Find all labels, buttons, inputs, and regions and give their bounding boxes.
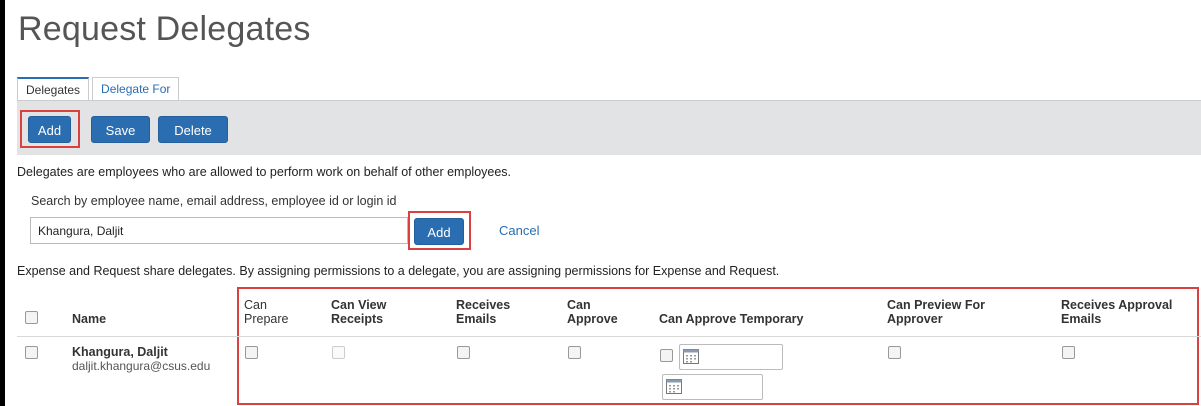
delegates-description: Delegates are employees who are allowed … — [17, 165, 512, 179]
cancel-link[interactable]: Cancel — [499, 223, 539, 238]
tab-bar: Delegates Delegate For — [17, 77, 182, 101]
col-header-receives-approval-emails: Receives Approval Emails — [1061, 298, 1172, 326]
col-header-can-prepare-line1: Can — [244, 298, 267, 312]
col-header-can-preview-line2: Approver — [887, 312, 943, 326]
col-header-receives-emails-line1: Receives — [456, 298, 511, 312]
tab-delegate-for[interactable]: Delegate For — [92, 77, 180, 100]
col-header-name: Name — [72, 312, 107, 326]
delegate-email: daljit.khangura@csus.edu — [72, 359, 211, 373]
can-prepare-checkbox[interactable] — [245, 346, 258, 359]
add-button[interactable]: Add — [28, 116, 71, 143]
col-header-can-view-receipts: Can View Receipts — [331, 298, 386, 326]
save-button[interactable]: Save — [91, 116, 150, 143]
can-view-receipts-checkbox[interactable] — [332, 346, 345, 359]
receives-approval-emails-checkbox[interactable] — [1062, 346, 1075, 359]
temporary-start-date-input[interactable] — [679, 344, 783, 370]
calendar-icon[interactable] — [666, 379, 682, 394]
search-add-button[interactable]: Add — [414, 218, 464, 245]
col-header-receives-emails: Receives Emails — [456, 298, 510, 326]
row-select-checkbox[interactable] — [25, 346, 38, 359]
col-header-receives-emails-line2: Emails — [456, 312, 497, 326]
col-header-can-view-receipts-line1: Can View — [331, 298, 387, 312]
col-header-can-approve-line1: Can — [567, 298, 591, 312]
calendar-icon[interactable] — [683, 349, 699, 364]
search-input[interactable] — [30, 217, 408, 244]
table-header-divider — [17, 336, 1201, 337]
can-approve-temporary-checkbox[interactable] — [660, 349, 673, 362]
page-title: Request Delegates — [18, 10, 311, 48]
col-header-can-prepare: Can Prepare — [244, 298, 288, 326]
col-header-can-view-receipts-line2: Receipts — [331, 312, 384, 326]
col-header-can-preview-for-approver: Can Preview For Approver — [887, 298, 985, 326]
col-header-can-approve-temporary: Can Approve Temporary — [659, 312, 804, 326]
col-header-receives-approval-line1: Receives Approval — [1061, 298, 1173, 312]
search-label: Search by employee name, email address, … — [31, 194, 397, 208]
shared-delegates-note: Expense and Request share delegates. By … — [17, 264, 780, 278]
tab-delegates[interactable]: Delegates — [17, 77, 90, 101]
col-header-can-approve: Can Approve — [567, 298, 618, 326]
temporary-end-date-input[interactable] — [662, 374, 763, 400]
toolbar: Add Save Delete — [17, 101, 1201, 155]
delete-button[interactable]: Delete — [158, 116, 228, 143]
can-approve-checkbox[interactable] — [568, 346, 581, 359]
col-header-can-approve-line2: Approve — [567, 312, 618, 326]
col-header-receives-approval-line2: Emails — [1061, 312, 1102, 326]
col-header-can-preview-line1: Can Preview For — [887, 298, 985, 312]
receives-emails-checkbox[interactable] — [457, 346, 470, 359]
can-preview-for-approver-checkbox[interactable] — [888, 346, 901, 359]
col-header-can-prepare-line2: Prepare — [244, 312, 289, 326]
left-edge-bar — [0, 0, 5, 406]
select-all-checkbox[interactable] — [25, 311, 38, 324]
delegate-name: Khangura, Daljit — [72, 345, 168, 359]
